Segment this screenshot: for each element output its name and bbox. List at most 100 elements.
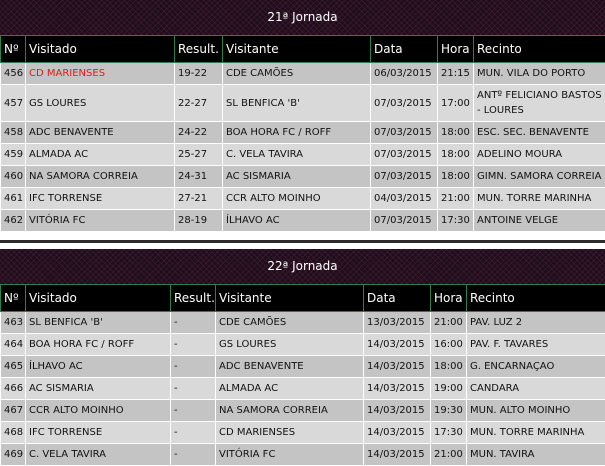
venue-cell: ANTº FELICIANO BASTOS - LOURES xyxy=(473,84,605,122)
result-cell: - xyxy=(170,399,216,422)
table-row: 466 AC SISMARIA - ALMADA AC 14/03/2015 19:00 C… xyxy=(0,377,605,400)
col-header-home: Visitado xyxy=(25,35,175,63)
match-time-cell: 21:15 xyxy=(437,62,474,85)
home-team-cell: ADC BENAVENTE xyxy=(25,121,175,144)
match-number-cell: 468 xyxy=(0,421,26,444)
col-header-date: Data xyxy=(363,284,431,312)
away-team-cell: NA SAMORA CORREIA xyxy=(215,399,364,422)
table-row: 464 BOA HORA FC / ROFF - GS LOURES 14/03/201… xyxy=(0,333,605,356)
away-team-cell: VITÓRIA FC xyxy=(215,443,364,466)
table-row: 460 NA SAMORA CORREIA 24-31 AC SISMARIA 07/0… xyxy=(0,165,605,188)
jornada-title: 22ª Jornada xyxy=(0,249,605,284)
home-team-cell: SL BENFICA 'B' xyxy=(25,311,171,334)
match-date-cell: 14/03/2015 xyxy=(363,399,431,422)
away-team-cell: AC SISMARIA xyxy=(222,165,371,188)
match-number-cell: 464 xyxy=(0,333,26,356)
col-header-venue: Recinto xyxy=(466,284,605,312)
home-team-cell: VITÓRIA FC xyxy=(25,209,175,232)
away-team-cell: ALMADA AC xyxy=(215,377,364,400)
match-time-cell: 21:00 xyxy=(430,311,467,334)
match-number-cell: 457 xyxy=(0,84,26,122)
match-time-cell: 16:00 xyxy=(430,333,467,356)
match-time-cell: 17:30 xyxy=(437,209,474,232)
match-date-cell: 14/03/2015 xyxy=(363,443,431,466)
match-time-cell: 19:30 xyxy=(430,399,467,422)
match-date-cell: 14/03/2015 xyxy=(363,333,431,356)
venue-cell: MUN. VILA DO PORTO xyxy=(473,62,605,85)
match-time-cell: 18:00 xyxy=(437,165,474,188)
table-row: 461 IFC TORRENSE 27-21 CCR ALTO MOINHO 04/03… xyxy=(0,187,605,210)
match-number-cell: 463 xyxy=(0,311,26,334)
away-team-cell: BOA HORA FC / ROFF xyxy=(222,121,371,144)
result-cell: - xyxy=(170,421,216,444)
venue-cell: GIMN. SAMORA CORREIA xyxy=(473,165,605,188)
match-time-cell: 18:00 xyxy=(437,121,474,144)
result-cell: 27-21 xyxy=(174,187,223,210)
venue-cell: ANTOINE VELGE xyxy=(473,209,605,232)
match-time-cell: 21:00 xyxy=(437,187,474,210)
table-row: 459 ALMADA AC 25-27 C. VELA TAVIRA 07/03/201… xyxy=(0,143,605,166)
home-team-cell: IFC TORRENSE xyxy=(25,421,171,444)
table-row: 462 VITÓRIA FC 28-19 ÍLHAVO AC 07/03/2015 17:… xyxy=(0,209,605,232)
match-date-cell: 13/03/2015 xyxy=(363,311,431,334)
result-cell: 25-27 xyxy=(174,143,223,166)
match-date-cell: 14/03/2015 xyxy=(363,377,431,400)
match-date-cell: 07/03/2015 xyxy=(370,121,438,144)
match-number-cell: 462 xyxy=(0,209,26,232)
col-header-home: Visitado xyxy=(25,284,171,312)
venue-cell: CANDARA xyxy=(466,377,605,400)
match-number-cell: 461 xyxy=(0,187,26,210)
venue-cell: G. ENCARNAÇAO xyxy=(466,355,605,378)
match-number-cell: 456 xyxy=(0,62,26,85)
match-number-cell: 466 xyxy=(0,377,26,400)
result-cell: 28-19 xyxy=(174,209,223,232)
match-date-cell: 07/03/2015 xyxy=(370,165,438,188)
match-number-cell: 469 xyxy=(0,443,26,466)
match-date-cell: 06/03/2015 xyxy=(370,62,438,85)
match-time-cell: 19:00 xyxy=(430,377,467,400)
match-time-cell: 17:30 xyxy=(430,421,467,444)
match-date-cell: 07/03/2015 xyxy=(370,143,438,166)
match-time-cell: 18:00 xyxy=(437,143,474,166)
venue-cell: MUN. ALTO MOINHO xyxy=(466,399,605,422)
home-team-cell: BOA HORA FC / ROFF xyxy=(25,333,171,356)
col-header-venue: Recinto xyxy=(473,35,605,63)
away-team-cell: CDE CAMÕES xyxy=(215,311,364,334)
table-row: 458 ADC BENAVENTE 24-22 BOA HORA FC / ROFF 0… xyxy=(0,121,605,144)
home-team-cell: ÍLHAVO AC xyxy=(25,355,171,378)
col-header-number: Nº xyxy=(0,35,26,63)
match-date-cell: 14/03/2015 xyxy=(363,421,431,444)
away-team-cell: SL BENFICA 'B' xyxy=(222,84,371,122)
col-header-away: Visitante xyxy=(222,35,371,63)
venue-cell: ADELINO MOURA xyxy=(473,143,605,166)
result-cell: - xyxy=(170,333,216,356)
away-team-cell: CDE CAMÕES xyxy=(222,62,371,85)
result-cell: 22-27 xyxy=(174,84,223,122)
venue-cell: MUN. TORRE MARINHA xyxy=(466,421,605,444)
jornada-21-section: 21ª Jornada Nº Visitado Result. Visitant… xyxy=(0,0,605,232)
fixtures-table: Nº Visitado Result. Visitante Data Hora … xyxy=(0,284,605,466)
away-team-cell: CCR ALTO MOINHO xyxy=(222,187,371,210)
table-row: 457 GS LOURES 22-27 SL BENFICA 'B' 07/03/201… xyxy=(0,84,605,122)
home-team-cell: C. VELA TAVIRA xyxy=(25,443,171,466)
match-date-cell: 14/03/2015 xyxy=(363,355,431,378)
away-team-cell: C. VELA TAVIRA xyxy=(222,143,371,166)
col-header-date: Data xyxy=(370,35,438,63)
home-team-cell: IFC TORRENSE xyxy=(25,187,175,210)
away-team-cell: CD MARIENSES xyxy=(215,421,364,444)
jornada-title: 21ª Jornada xyxy=(0,0,605,35)
venue-cell: MUN. TAVIRA xyxy=(466,443,605,466)
home-team-cell: GS LOURES xyxy=(25,84,175,122)
venue-cell: PAV. LUZ 2 xyxy=(466,311,605,334)
result-cell: - xyxy=(170,377,216,400)
match-date-cell: 04/03/2015 xyxy=(370,187,438,210)
venue-cell: PAV. F. TAVARES xyxy=(466,333,605,356)
table-row: 456 CD MARIENSES 19-22 CDE CAMÕES 06/03/2015… xyxy=(0,62,605,85)
match-number-cell: 458 xyxy=(0,121,26,144)
col-header-time: Hora xyxy=(437,35,474,63)
col-header-result: Result. xyxy=(174,35,223,63)
venue-cell: ESC. SEC. BENAVENTE xyxy=(473,121,605,144)
away-team-cell: ADC BENAVENTE xyxy=(215,355,364,378)
jornada-22-section: 22ª Jornada Nº Visitado Result. Visitant… xyxy=(0,249,605,466)
table-row: 467 CCR ALTO MOINHO - NA SAMORA CORREIA 14/0… xyxy=(0,399,605,422)
